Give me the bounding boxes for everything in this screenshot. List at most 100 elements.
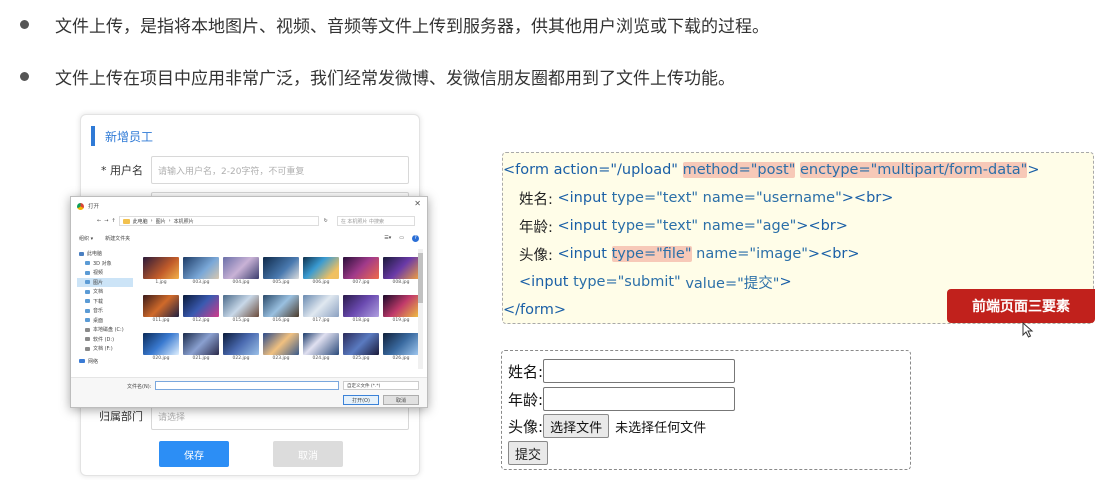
folder-icon (85, 280, 90, 285)
code-line-1: <form action="/upload" method="post" enc… (503, 162, 1040, 178)
preview-pane-icon[interactable]: ▭ (399, 235, 404, 242)
file-name: 021.jpg (192, 356, 210, 361)
dialog-navbar: ← → ↑ 此电脑 › 图片 › 本机照片 ↻ 在 本机照片 中搜索 (71, 215, 427, 227)
refresh-icon[interactable]: ↻ (324, 218, 328, 224)
file-name: 016.jpg (272, 318, 290, 323)
username-input[interactable]: 请输入用户名，2-20字符，不可重复 (151, 156, 409, 184)
folder-icon (122, 218, 130, 224)
file-name: 020.jpg (152, 356, 170, 361)
file-name: 012.jpg (192, 318, 210, 323)
forward-arrow-icon[interactable]: → (104, 218, 108, 224)
folder-icon (85, 327, 90, 332)
file-thumbnail[interactable]: 019.jpg (383, 295, 419, 325)
file-thumbnail[interactable]: 022.jpg (223, 333, 259, 363)
folder-tree-item[interactable]: 文档 (77, 287, 133, 297)
folder-tree-item[interactable]: 下载 (77, 297, 133, 307)
dialog-toolbar: 组织 ▾ 新建文件夹 ☰▾ ▭ ? (79, 233, 419, 243)
scrollbar-thumb[interactable] (418, 253, 423, 303)
filename-label: 文件名(N): (127, 384, 152, 390)
choose-file-button[interactable]: 选择文件 (543, 414, 610, 438)
folder-icon (85, 337, 90, 342)
view-menu-icon[interactable]: ☰▾ (384, 235, 391, 242)
file-open-dialog: 打开 ✕ ← → ↑ 此电脑 › 图片 › 本机照片 ↻ 在 本机照片 中搜索 … (70, 196, 428, 408)
file-thumbnail[interactable]: 024.jpg (303, 333, 339, 363)
folder-tree-item[interactable]: 图片 (77, 277, 133, 287)
bullet-dot (20, 71, 29, 81)
submit-button[interactable]: 提交 (508, 441, 549, 465)
folder-tree-item[interactable]: 视频 (77, 268, 133, 278)
folder-tree-item[interactable]: 软件 (D:) (77, 335, 133, 345)
breadcrumb-item[interactable]: 本机照片 (174, 218, 194, 225)
dialog-footer: 文件名(N): 自定义文件 (*.*) 打开(O) 取消 (71, 377, 427, 407)
folder-tree-item[interactable]: 网络 (77, 357, 133, 367)
file-thumbnail[interactable]: 006.jpg (303, 257, 339, 287)
folder-tree-item[interactable]: 此电脑 (77, 249, 133, 259)
no-file-text: 未选择任何文件 (615, 420, 707, 436)
file-name: 024.jpg (312, 356, 330, 361)
file-thumbnail[interactable]: 017.jpg (303, 295, 339, 325)
scrollbar[interactable] (418, 249, 423, 369)
age-label: 年龄: (508, 390, 544, 409)
folder-tree-item[interactable]: 文档 (F:) (77, 344, 133, 354)
image-preview (143, 333, 179, 355)
header-accent-bar (91, 126, 95, 146)
code-line-6: </form> (503, 302, 566, 318)
help-icon[interactable]: ? (412, 234, 419, 242)
file-name: 1.jpg (155, 280, 167, 285)
folder-icon (85, 261, 90, 266)
back-arrow-icon[interactable]: ← (97, 218, 101, 224)
file-thumbnail[interactable]: 023.jpg (263, 333, 299, 363)
folder-tree-item[interactable]: 桌面 (77, 316, 133, 326)
filename-input[interactable] (155, 381, 339, 390)
close-icon[interactable]: ✕ (414, 199, 421, 208)
breadcrumb-item[interactable]: 图片 (156, 218, 166, 225)
image-preview (383, 333, 419, 355)
image-preview (303, 333, 339, 355)
file-name: 011.jpg (152, 318, 170, 323)
folder-icon (79, 251, 84, 256)
username-row: * 用户名 请输入用户名，2-20字符，不可重复 (89, 155, 409, 185)
folder-icon (85, 299, 90, 304)
file-thumbnail[interactable]: 025.jpg (343, 333, 379, 363)
file-name: 007.jpg (352, 280, 370, 285)
file-thumbnail[interactable]: 020.jpg (143, 333, 179, 363)
file-name: 026.jpg (392, 356, 410, 361)
file-thumbnail[interactable]: 007.jpg (343, 257, 379, 287)
folder-tree-item[interactable]: 3D 对象 (77, 259, 133, 269)
file-thumbnail[interactable]: 1.jpg (143, 257, 179, 287)
file-thumbnail[interactable]: 015.jpg (223, 295, 259, 325)
cancel-button[interactable]: 取消 (273, 441, 343, 467)
dialog-cancel-button[interactable]: 取消 (383, 395, 419, 405)
file-thumbnail[interactable]: 005.jpg (263, 257, 299, 287)
username-label: * 用户名 (101, 164, 143, 177)
file-thumbnail[interactable]: 018.jpg (343, 295, 379, 325)
save-button[interactable]: 保存 (159, 441, 229, 467)
code-token-method: method="post" (682, 162, 796, 178)
file-thumbnail[interactable]: 016.jpg (263, 295, 299, 325)
dialog-title: 打开 (88, 204, 100, 210)
file-thumbnail[interactable]: 021.jpg (183, 333, 219, 363)
new-folder-button[interactable]: 新建文件夹 (105, 235, 130, 242)
file-thumbnail[interactable]: 011.jpg (143, 295, 179, 325)
name-input[interactable] (543, 359, 736, 383)
bullet-1: 文件上传，是指将本地图片、视频、音频等文件上传到服务器，供其他用户浏览或下载的过… (18, 10, 769, 38)
search-input[interactable]: 在 本机照片 中搜索 (336, 216, 415, 226)
open-button[interactable]: 打开(O) (343, 395, 379, 405)
file-thumbnail[interactable]: 003.jpg (183, 257, 219, 287)
file-thumbnail[interactable]: 004.jpg (223, 257, 259, 287)
folder-tree-item[interactable]: 音乐 (77, 306, 133, 316)
breadcrumb-item[interactable]: 此电脑 (133, 218, 148, 225)
up-arrow-icon[interactable]: ↑ (111, 218, 115, 224)
file-name: 004.jpg (232, 280, 250, 285)
file-thumbnail[interactable]: 008.jpg (383, 257, 419, 287)
image-preview (383, 257, 419, 279)
address-bar[interactable]: 此电脑 › 图片 › 本机照片 (118, 216, 319, 226)
age-input[interactable] (543, 387, 736, 411)
form-header: 新增员工 (91, 125, 153, 147)
filetype-select[interactable]: 自定义文件 (*.*) (343, 381, 419, 390)
folder-tree-item[interactable]: 本地磁盘 (C:) (77, 325, 133, 335)
image-preview (143, 295, 179, 317)
organize-menu[interactable]: 组织 ▾ (79, 235, 93, 242)
file-thumbnail[interactable]: 012.jpg (183, 295, 219, 325)
file-thumbnail[interactable]: 026.jpg (383, 333, 419, 363)
